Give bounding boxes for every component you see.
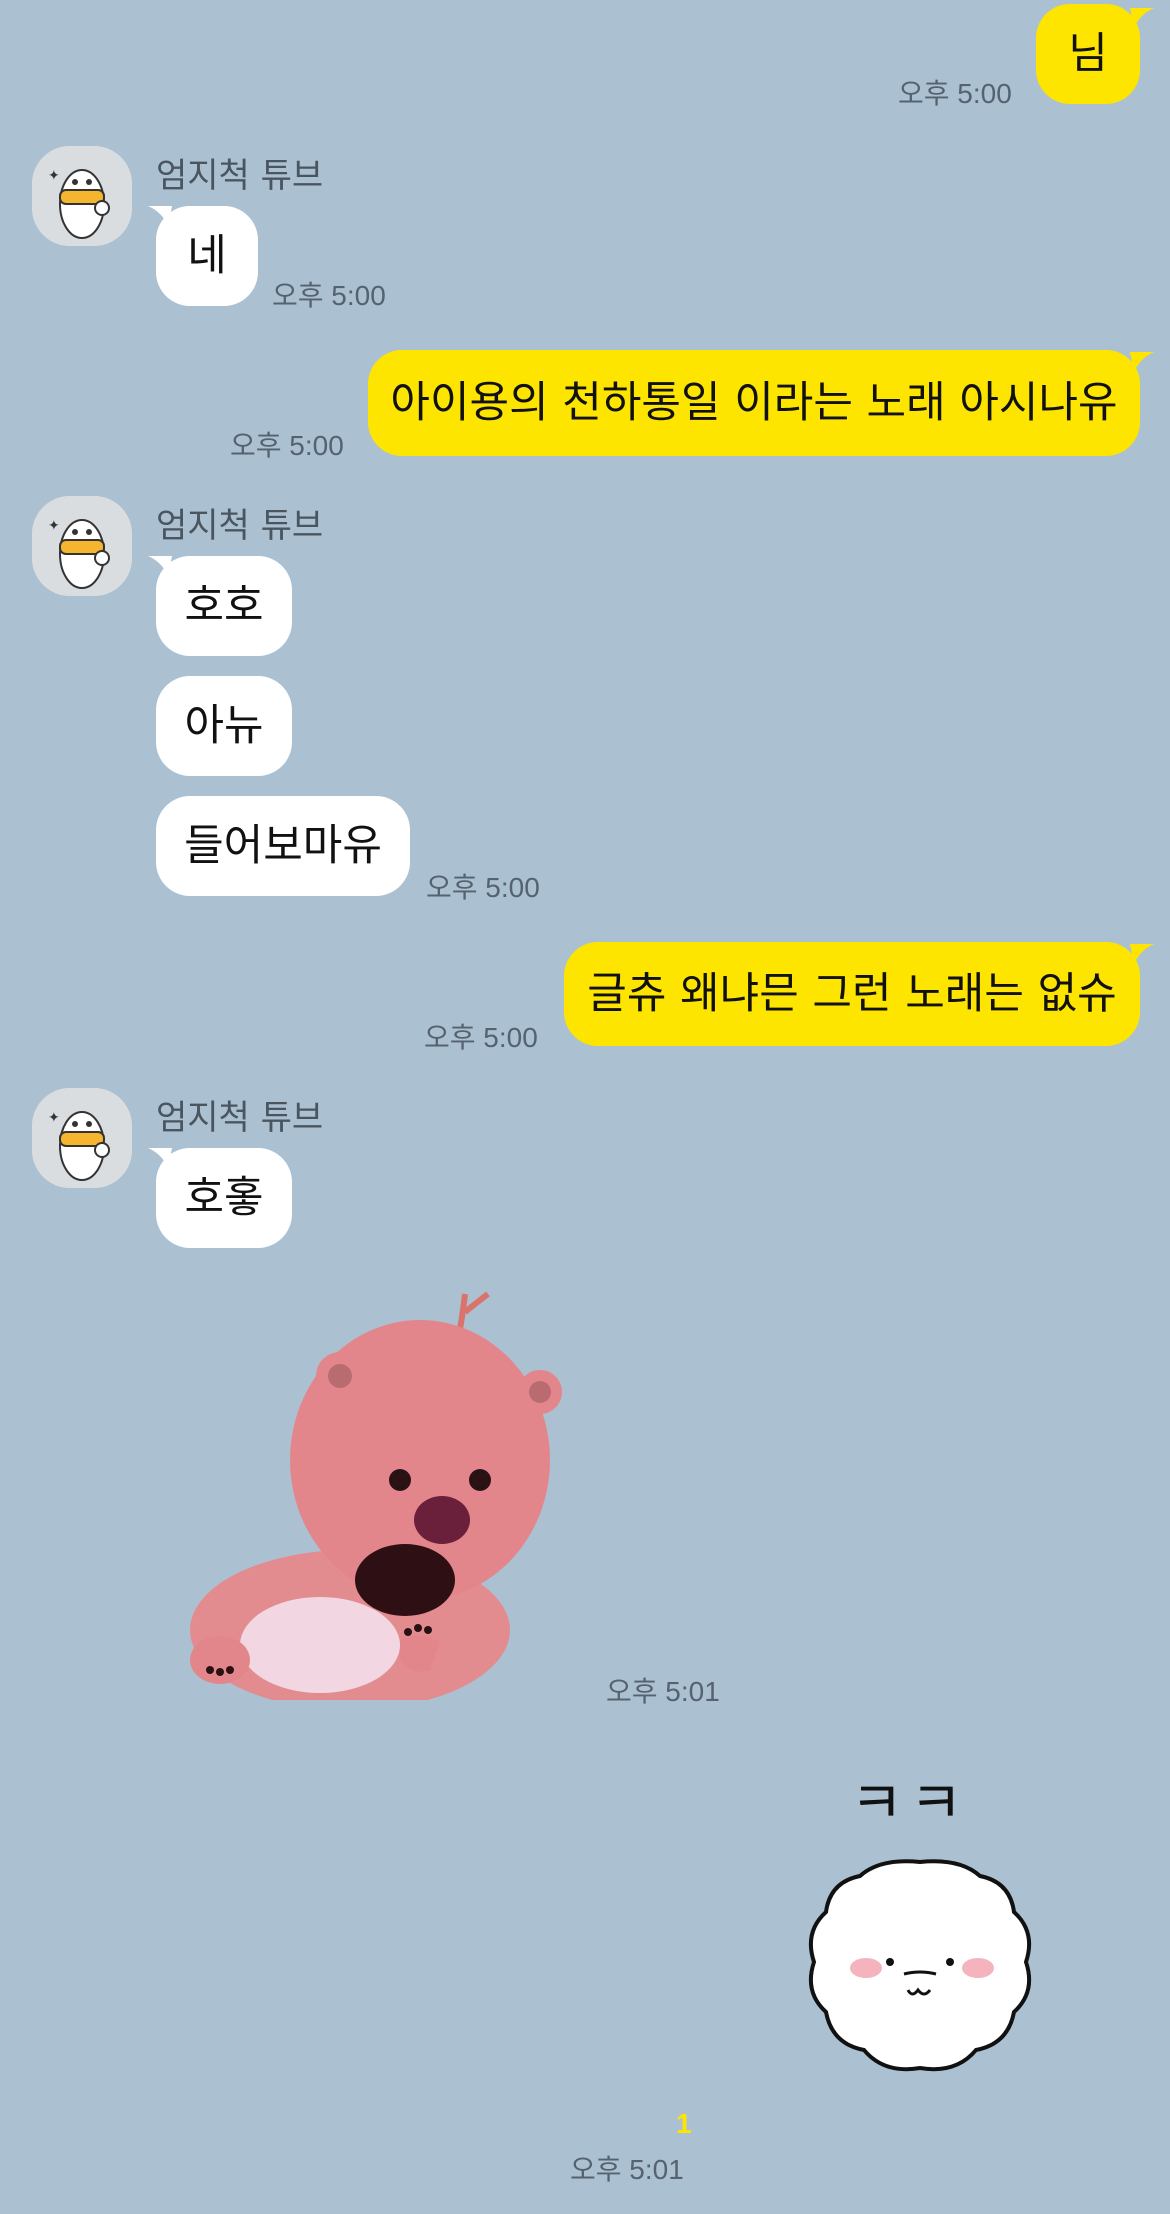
sticker-text: ㅋㅋ (850, 1769, 969, 1837)
bubble-tail (1130, 352, 1154, 372)
message-time: 오후 5:00 (230, 430, 344, 461)
message-time: 오후 5:00 (272, 280, 386, 311)
message-text: 님 (1068, 28, 1108, 79)
message-time: 오후 5:00 (424, 1022, 538, 1053)
sender-name: 엄지척 튜브 (156, 1098, 324, 1138)
white-puppy-icon (809, 1859, 1031, 2072)
svg-text:✦: ✦ (48, 1110, 60, 1126)
message-text: 네 (187, 230, 227, 281)
message-time: 오후 5:00 (898, 78, 1012, 109)
my-message-bubble[interactable]: 님 (1036, 4, 1140, 104)
their-message-bubble[interactable]: 호호 (156, 556, 292, 656)
message-text: 글츄 왜냐믄 그런 노래는 없슈 (587, 968, 1117, 1019)
thumbs-up-tube-icon: ✦ (32, 496, 132, 596)
unread-count: 1 (676, 2108, 692, 2139)
message-text: 아이용의 천하통일 이라는 노래 아시나유 (390, 377, 1118, 428)
my-message-bubble[interactable]: 글츄 왜냐믄 그런 노래는 없슈 (564, 942, 1140, 1046)
their-message-bubble[interactable]: 호홓 (156, 1148, 292, 1248)
bubble-tail (1130, 944, 1154, 964)
sender-name: 엄지척 튜브 (156, 156, 324, 196)
avatar[interactable]: ✦ (32, 1088, 132, 1188)
white-puppy-sticker[interactable]: ㅋㅋ (800, 1756, 1040, 2096)
svg-text:✦: ✦ (48, 168, 60, 184)
message-text: 호호 (184, 580, 264, 631)
message-text: 아뉴 (184, 700, 264, 751)
sender-name: 엄지척 튜브 (156, 506, 324, 546)
message-text: 들어보마유 (184, 820, 382, 871)
message-time: 오후 5:00 (426, 872, 540, 903)
bubble-tail (1130, 8, 1154, 28)
message-time: 오후 5:01 (606, 1676, 720, 1707)
avatar[interactable]: ✦ (32, 146, 132, 246)
their-message-bubble[interactable]: 들어보마유 (156, 796, 410, 896)
message-text: 호홓 (184, 1172, 264, 1223)
pink-beaver-sticker[interactable] (180, 1280, 580, 1700)
avatar[interactable]: ✦ (32, 496, 132, 596)
thumbs-up-tube-icon: ✦ (32, 1088, 132, 1188)
their-message-bubble[interactable]: 아뉴 (156, 676, 292, 776)
thumbs-up-tube-icon: ✦ (32, 146, 132, 246)
my-message-bubble[interactable]: 아이용의 천하통일 이라는 노래 아시나유 (368, 350, 1140, 456)
svg-text:✦: ✦ (48, 518, 60, 534)
their-message-bubble[interactable]: 네 (156, 206, 258, 306)
message-time: 오후 5:01 (570, 2154, 684, 2185)
